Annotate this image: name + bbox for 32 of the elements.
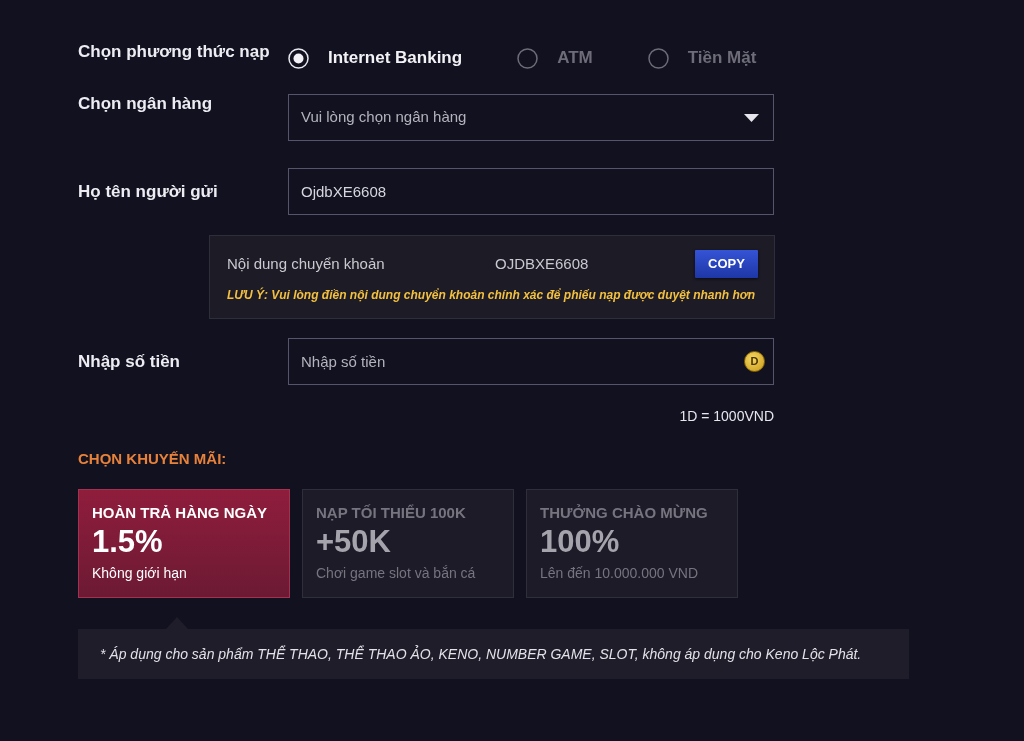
- coin-icon: D: [744, 351, 765, 372]
- promo-card[interactable]: THƯỞNG CHÀO MỪNG 100% Lên đến 10.000.000 VND: [526, 489, 738, 598]
- caret-icon: [744, 113, 759, 122]
- warning-note: LƯU Ý: Vui lòng điền nội dung chuyển khoản chính xác để phiếu nạp được duyệt nhanh hơn: [227, 286, 757, 304]
- field-label: Chọn phương thức nạp: [78, 41, 271, 63]
- promo-value: 1.5%: [92, 524, 164, 560]
- transfer-code: OJDBXE6608: [495, 253, 590, 274]
- exchange-rate-text: 1D = 1000VND: [679, 407, 774, 426]
- radio-label[interactable]: ATM: [557, 46, 593, 70]
- field-label: Chọn ngân hàng: [78, 93, 214, 115]
- field-label: Họ tên người gửi: [78, 180, 219, 203]
- sender-name-field[interactable]: OjdbXE6608: [288, 168, 774, 215]
- promo-value: 100%: [540, 524, 621, 560]
- promo-title: HOÀN TRẢ HÀNG NGÀY: [92, 504, 268, 522]
- promo-value: +50K: [316, 524, 392, 560]
- radio-label[interactable]: Tiền Mặt: [687, 46, 757, 70]
- copy-button[interactable]: COPY: [695, 250, 758, 278]
- promo-subtitle: Chơi game slot và bắn cá: [316, 564, 477, 582]
- section-heading: CHỌN KHUYẾN MÃI:: [78, 450, 227, 468]
- bank-select[interactable]: Vui lòng chọn ngân hàng: [288, 94, 774, 141]
- promo-subtitle: Không giới hạn: [92, 564, 188, 582]
- transfer-content-label: Nội dung chuyển khoản: [227, 253, 386, 274]
- footnote-text: * Áp dụng cho sản phẩm THỂ THAO, THỂ THAO ẢO, KENO, NUMBER GAME, SLOT, không áp dụng cho Keno Lộc Phát.: [100, 644, 863, 664]
- promo-title: NẠP TỐI THIỂU 100K: [316, 504, 467, 522]
- promo-card[interactable]: NẠP TỐI THIỂU 100K +50K Chơi game slot và bắn cá: [302, 489, 514, 598]
- field-label: Nhập số tiền: [78, 350, 181, 373]
- promo-subtitle: Lên đến 10.000.000 VND: [540, 564, 699, 582]
- radio-label[interactable]: Internet Banking: [328, 46, 463, 70]
- radio-button[interactable]: [517, 47, 539, 69]
- radio-button[interactable]: [647, 47, 669, 69]
- promo-title: THƯỞNG CHÀO MỪNG: [540, 504, 709, 522]
- promo-card[interactable]: HOÀN TRẢ HÀNG NGÀY 1.5% Không giới hạn: [78, 489, 290, 598]
